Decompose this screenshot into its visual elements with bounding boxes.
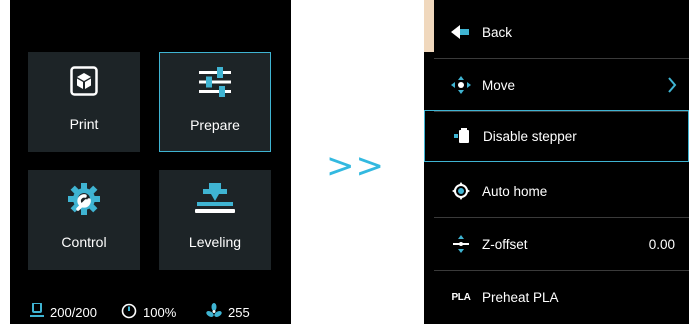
cube-box-icon bbox=[28, 64, 140, 98]
prepare-label: Prepare bbox=[190, 117, 240, 133]
speed-gauge-icon bbox=[121, 303, 137, 322]
fan-icon bbox=[206, 302, 222, 322]
leveling-tile[interactable]: Leveling bbox=[159, 170, 271, 270]
sliders-icon bbox=[160, 65, 270, 99]
temperature-value: 200/200 bbox=[50, 304, 97, 320]
home-target-icon bbox=[450, 165, 472, 217]
leveling-label: Leveling bbox=[188, 234, 242, 250]
control-label: Control bbox=[61, 234, 107, 250]
menu-item-z-offset[interactable]: Z-offset 0.00 bbox=[424, 218, 689, 270]
home-screen: Print Prepare Control Leveling 200/200 1… bbox=[10, 0, 291, 324]
menu-item-move[interactable]: Move bbox=[424, 59, 689, 111]
transition-arrows: >> bbox=[326, 146, 385, 186]
pla-icon: PLA bbox=[451, 291, 471, 303]
menu-item-preheat-pla[interactable]: PLA Preheat PLA bbox=[424, 271, 689, 323]
fan-value: 255 bbox=[228, 304, 250, 320]
preheat-pla-label: Preheat PLA bbox=[482, 289, 559, 305]
back-arrow-icon bbox=[450, 6, 472, 58]
disable-stepper-label: Disable stepper bbox=[483, 128, 577, 144]
print-label: Print bbox=[69, 116, 99, 132]
z-offset-icon bbox=[450, 218, 472, 270]
z-offset-value: 0.00 bbox=[648, 236, 675, 252]
menu-item-disable-stepper[interactable]: Disable stepper bbox=[424, 110, 689, 162]
speed-value: 100% bbox=[143, 304, 177, 320]
status-bar: 200/200 100% 255 bbox=[10, 301, 291, 322]
chevron-right-icon bbox=[667, 59, 677, 111]
move-label: Move bbox=[482, 77, 516, 93]
nozzle-temperature-icon bbox=[30, 301, 44, 322]
prepare-tile[interactable]: Prepare bbox=[159, 52, 271, 152]
menu-item-back[interactable]: Back bbox=[424, 6, 689, 58]
leveling-bed-icon bbox=[159, 182, 271, 216]
control-tile[interactable]: Control bbox=[28, 170, 140, 270]
print-tile[interactable]: Print bbox=[28, 52, 140, 152]
auto-home-label: Auto home bbox=[482, 183, 548, 199]
stepper-motor-icon bbox=[451, 111, 473, 161]
prepare-menu-screen: Back Move Disable stepper Auto home Z-of… bbox=[424, 0, 689, 324]
back-label: Back bbox=[482, 24, 513, 40]
z-offset-label: Z-offset bbox=[482, 236, 528, 252]
move-arrows-icon bbox=[450, 59, 472, 111]
gear-wrench-icon bbox=[28, 182, 140, 216]
menu-item-auto-home[interactable]: Auto home bbox=[424, 165, 689, 217]
